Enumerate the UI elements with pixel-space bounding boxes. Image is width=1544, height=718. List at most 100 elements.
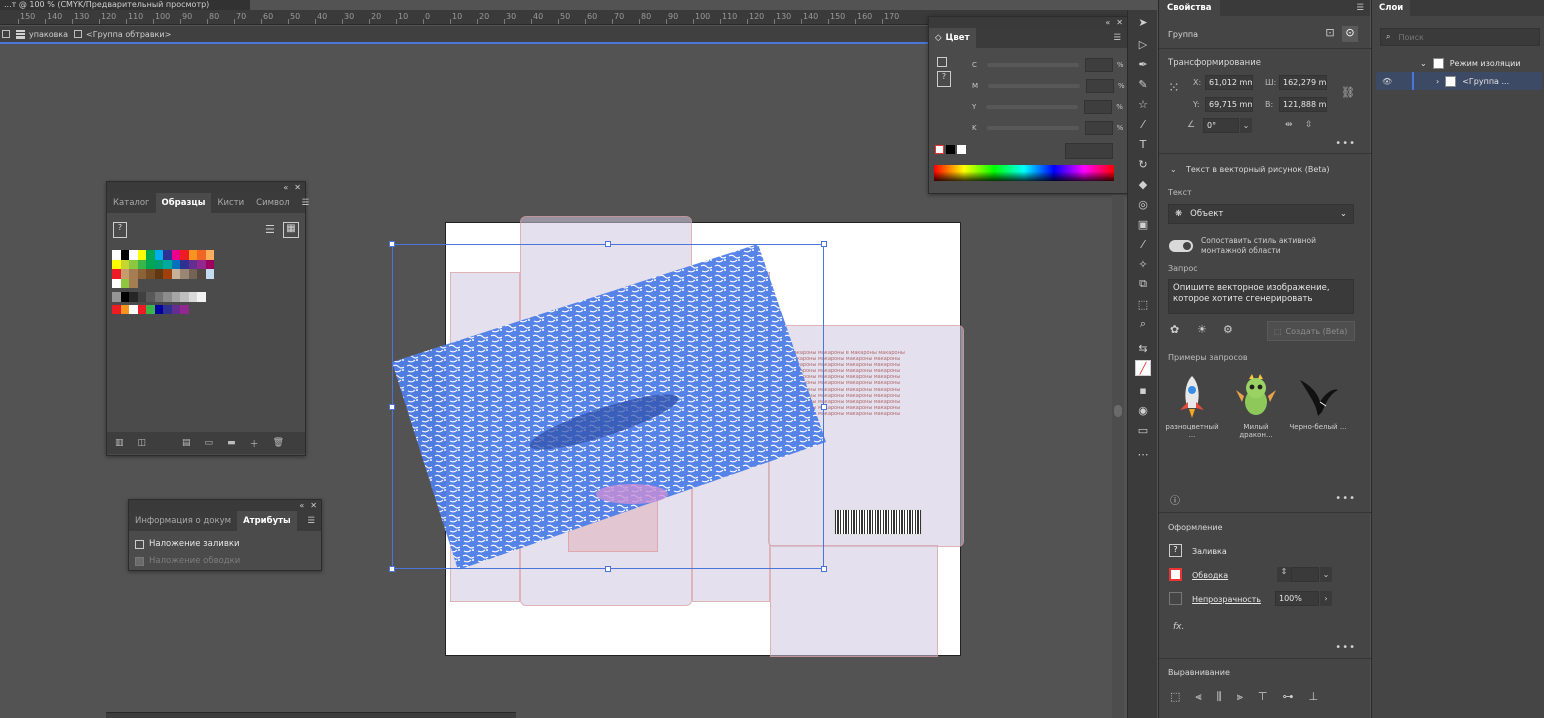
tab-attributes[interactable]: Атрибуты <box>237 511 297 531</box>
stroke-weight-stepper[interactable]: ⇕ <box>1277 567 1291 582</box>
gradient-tool-icon[interactable]: ▣ <box>1135 216 1151 232</box>
example-bird[interactable]: Черно-белый ... <box>1289 372 1347 431</box>
color-mode-icon[interactable]: ▪ <box>1135 382 1151 398</box>
tab-swatches[interactable]: Образцы <box>155 193 212 213</box>
swatch[interactable] <box>163 292 172 302</box>
fill-label[interactable]: Заливка <box>1192 547 1227 556</box>
swatch-options-icon[interactable]: ▤ <box>182 438 191 448</box>
w-input[interactable]: 162,279 mr <box>1279 75 1327 90</box>
new-swatch-icon[interactable]: ＋ <box>250 437 259 450</box>
stroke-weight-input[interactable] <box>1291 567 1319 582</box>
flip-vertical-icon[interactable]: ⇳ <box>1305 120 1313 130</box>
screen-mode-icon[interactable]: ▭ <box>1135 422 1151 438</box>
stroke-label[interactable]: Обводка <box>1192 571 1228 580</box>
channel-input-k[interactable] <box>1084 121 1113 135</box>
settings-gear-icon[interactable]: ⚙ <box>1223 323 1233 336</box>
swatch[interactable] <box>120 278 129 288</box>
resize-handle-bottom-right[interactable] <box>821 566 827 572</box>
generate-button[interactable]: ⬚ Создать (Beta) <box>1267 321 1355 341</box>
effects-icon[interactable]: ☀ <box>1197 323 1207 336</box>
curvature-tool-icon[interactable]: ✎ <box>1135 76 1151 92</box>
swatch[interactable] <box>197 250 206 260</box>
chevron-down-icon[interactable]: ⌄ <box>1320 567 1332 582</box>
list-view-icon[interactable]: ☰ <box>265 223 275 236</box>
example-rocket[interactable]: разноцветный ... <box>1163 372 1221 439</box>
more-options-icon[interactable]: ••• <box>1335 642 1356 653</box>
channel-slider-c[interactable] <box>986 63 1079 67</box>
swatch[interactable] <box>112 259 121 269</box>
swatch[interactable] <box>146 259 155 269</box>
target-icon[interactable]: ⊙ <box>1342 26 1358 42</box>
swatch[interactable] <box>146 292 155 302</box>
channel-slider-k[interactable] <box>986 126 1079 130</box>
stroke-swatch[interactable] <box>1169 568 1182 581</box>
fill-swatch[interactable]: ? <box>1169 544 1182 557</box>
swatch[interactable] <box>120 292 129 302</box>
direct-selection-tool-icon[interactable]: ▷ <box>1135 36 1151 52</box>
tab-symbols[interactable]: Символ <box>250 193 296 213</box>
collapse-icon[interactable]: « <box>1105 18 1110 27</box>
panel-menu-icon[interactable]: ☰ <box>301 511 321 531</box>
zoom-tool-icon[interactable]: ⌕ <box>1135 316 1151 332</box>
swatch[interactable] <box>120 250 129 260</box>
panel-grip-attributes[interactable]: « ✕ <box>129 500 321 511</box>
vertical-scrollbar[interactable] <box>1112 195 1124 718</box>
channel-row-m[interactable]: M % <box>972 79 1125 93</box>
swatch[interactable] <box>188 250 197 260</box>
swatch[interactable] <box>171 250 180 260</box>
channel-row-y[interactable]: Y % <box>972 100 1123 114</box>
resize-handle-right[interactable] <box>821 404 827 410</box>
overprint-fill-row[interactable]: Наложение заливки <box>135 539 240 549</box>
swatch[interactable] <box>197 269 206 279</box>
flip-horizontal-icon[interactable]: ⇹ <box>1285 120 1293 130</box>
color-spectrum[interactable] <box>934 165 1114 181</box>
tab-properties[interactable]: Свойства <box>1159 0 1220 16</box>
swatch[interactable] <box>180 292 189 302</box>
swatch[interactable] <box>112 250 121 260</box>
color-fill-indicator[interactable]: ? <box>937 71 951 87</box>
hex-input[interactable] <box>1065 143 1113 159</box>
swatch[interactable] <box>188 269 197 279</box>
swatch[interactable] <box>180 259 189 269</box>
swatch[interactable] <box>137 259 146 269</box>
puppet-warp-tool-icon[interactable]: ✧ <box>1135 256 1151 272</box>
align-right-icon[interactable]: ⫸ <box>1237 690 1243 704</box>
resize-handle-left[interactable] <box>389 404 395 410</box>
text-type-dropdown[interactable]: ❋ Объект ⌄ <box>1168 204 1354 224</box>
collapse-icon[interactable]: « <box>299 501 304 510</box>
new-folder-icon[interactable]: ▬ <box>227 438 236 448</box>
swatch[interactable] <box>180 250 189 260</box>
chevron-down-icon[interactable]: ⌄ <box>1240 118 1252 133</box>
artboard-tool-icon[interactable]: ⧉ <box>1135 276 1151 292</box>
channel-row-c[interactable]: C % <box>972 58 1124 72</box>
draw-mode-icon[interactable]: ◉ <box>1135 402 1151 418</box>
swatch[interactable] <box>129 269 138 279</box>
slice-tool-icon[interactable]: ⬚ <box>1135 296 1151 312</box>
more-options-icon[interactable]: ••• <box>1335 493 1356 504</box>
shape-builder-tool-icon[interactable]: ◎ <box>1135 196 1151 212</box>
example-dragon[interactable]: Милый дракон... <box>1227 372 1285 439</box>
channel-slider-m[interactable] <box>988 84 1081 88</box>
fill-stroke-icon[interactable]: ╱ <box>1135 360 1151 376</box>
white-swatch[interactable] <box>957 145 966 154</box>
t2v-title[interactable]: Текст в векторный рисунок (Beta) <box>1186 165 1330 174</box>
swatch[interactable] <box>129 292 138 302</box>
swatch[interactable] <box>163 269 172 279</box>
style-picker-icon[interactable]: ✿ <box>1170 323 1179 336</box>
eraser-tool-icon[interactable]: ◆ <box>1135 176 1151 192</box>
opacity-label[interactable]: Непрозрачность <box>1192 595 1261 604</box>
tab-document-info[interactable]: Информация о докум <box>129 511 237 531</box>
swatch[interactable] <box>112 269 121 279</box>
channel-row-k[interactable]: K % <box>972 121 1123 135</box>
panel-menu-icon[interactable]: ☰ <box>296 193 316 213</box>
panel-menu-icon[interactable]: ☰ <box>1356 3 1370 13</box>
isolation-mode-row[interactable]: ⌄ Режим изоляции <box>1376 54 1542 72</box>
swatch[interactable] <box>120 269 129 279</box>
chevron-down-icon[interactable]: ⌄ <box>1170 165 1177 174</box>
star-tool-icon[interactable]: ☆ <box>1135 96 1151 112</box>
grid-view-icon[interactable]: ▦ <box>283 222 299 238</box>
breadcrumb-layer[interactable]: упаковка <box>16 29 68 39</box>
align-bottom-icon[interactable]: ⊥ <box>1309 690 1319 704</box>
eyedropper-tool-icon[interactable]: ⁄ <box>1135 236 1151 252</box>
swatch[interactable] <box>180 269 189 279</box>
